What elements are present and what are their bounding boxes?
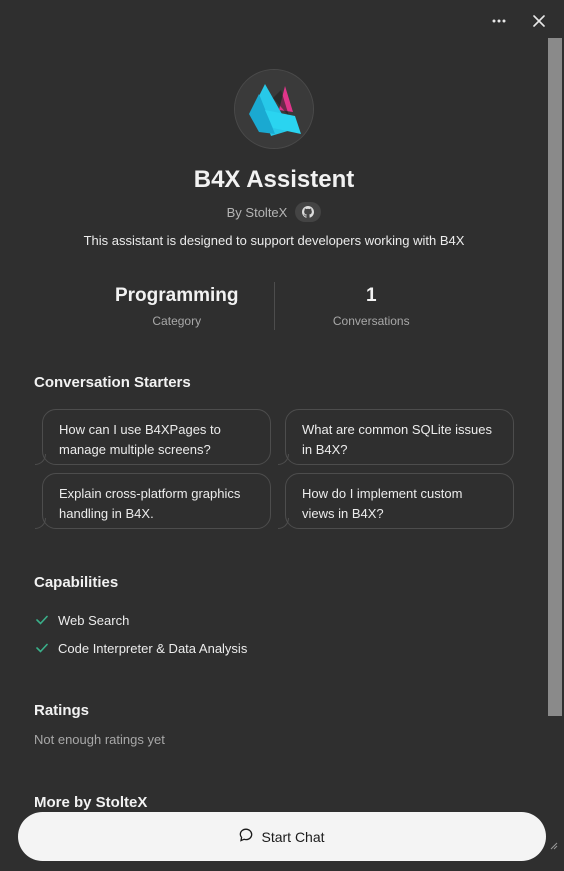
capabilities-heading: Capabilities (34, 574, 119, 591)
gpt-avatar (234, 69, 314, 149)
author-name: By StolteX (226, 204, 288, 220)
ratings-text: Not enough ratings yet (34, 732, 165, 747)
starter-button[interactable]: How do I implement custom views in B4X? (278, 473, 514, 529)
stats-row: Programming Category 1 Conversations (80, 282, 468, 330)
starter-button[interactable]: Explain cross-platform graphics handling… (35, 473, 271, 529)
github-icon[interactable] (295, 202, 322, 222)
ellipsis-icon[interactable] (488, 10, 510, 32)
stat-conversations: 1 Conversations (275, 282, 469, 330)
resize-grip-icon[interactable] (550, 837, 558, 855)
start-chat-button[interactable]: Start Chat (18, 812, 546, 861)
gpt-description: This assistant is designed to support de… (83, 233, 465, 248)
stat-label: Conversations (332, 314, 410, 328)
close-icon[interactable] (528, 10, 550, 32)
stat-category: Programming Category (80, 282, 274, 330)
byline: By StolteX (0, 202, 548, 222)
gpt-details-modal: B4X Assistent By StolteX This assistant … (0, 0, 564, 871)
capabilities-list: Web Search Code Interpreter & Data Analy… (36, 606, 247, 662)
modal-toolbar (488, 10, 550, 32)
capability-label: Code Interpreter & Data Analysis (58, 640, 248, 656)
stat-label: Category (152, 314, 202, 328)
starter-button[interactable]: What are common SQLite issues in B4X? (278, 409, 514, 465)
chat-bubble-icon (239, 828, 253, 845)
capability-label: Web Search (58, 612, 130, 628)
stat-value: 1 (365, 285, 377, 306)
capability-item: Web Search (36, 606, 247, 634)
start-chat-label: Start Chat (261, 828, 325, 845)
check-icon (36, 641, 48, 656)
conversation-starters: How can I use B4XPages to manage multipl… (35, 409, 514, 529)
gpt-title: B4X Assistent (193, 166, 355, 193)
more-by-heading: More by StolteX (34, 794, 148, 811)
stat-value: Programming (114, 285, 239, 306)
ratings-heading: Ratings (34, 702, 90, 719)
starter-button[interactable]: How can I use B4XPages to manage multipl… (35, 409, 271, 465)
starters-heading: Conversation Starters (34, 374, 191, 391)
capability-item: Code Interpreter & Data Analysis (36, 634, 247, 662)
scrollbar[interactable] (548, 38, 562, 716)
check-icon (36, 613, 48, 628)
